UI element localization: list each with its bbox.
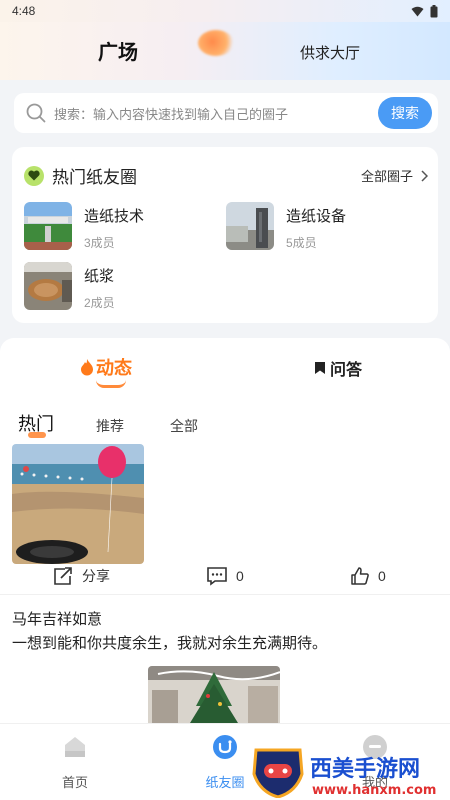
hot-circles-header: 热门纸友圈 (24, 163, 137, 188)
circle-name: 造纸技术 (84, 208, 145, 225)
top-header: 广场 供求大厅 (0, 22, 450, 80)
circle-item-papermaking-tech[interactable]: 造纸技术 3成员 (24, 202, 144, 251)
nav-paper-friends[interactable]: 纸友圈 (190, 734, 260, 791)
share-button[interactable]: 分享 (52, 566, 110, 586)
comment-icon (207, 567, 227, 586)
tab-qa-label: 问答 (330, 362, 363, 379)
bookmark-icon (315, 362, 325, 374)
all-circles-link[interactable]: 全部圈子 (361, 166, 428, 185)
circle-member-count: 2成员 (84, 296, 115, 310)
wifi-icon (411, 6, 424, 16)
hot-circles-card: 热门纸友圈 全部圈子 造纸技术 3成员 造纸设备 5成员 纸浆 2成员 (12, 147, 438, 323)
tab-supply-demand-hall[interactable]: 供求大厅 (300, 42, 360, 63)
circle-name: 纸浆 (84, 268, 115, 285)
nav-home-label: 首页 (61, 775, 88, 790)
all-circles-label: 全部圈子 (360, 169, 413, 184)
hot-circles-title: 热门纸友圈 (52, 168, 137, 187)
search-icon (26, 103, 46, 123)
sub-tab-recommended[interactable]: 推荐 (96, 416, 124, 436)
feed-sub-tabs: 热门 推荐 全部 (18, 410, 244, 438)
thumbs-up-icon (351, 567, 369, 585)
post-title: 马年吉祥如意 (12, 611, 103, 628)
share-label: 分享 (82, 568, 110, 584)
search-button[interactable]: 搜索 (378, 97, 432, 129)
like-button[interactable]: 0 (350, 566, 386, 586)
home-icon (65, 737, 85, 757)
comment-button[interactable]: 0 (206, 566, 244, 586)
post-actions: 分享 0 0 (0, 564, 450, 592)
circle-name: 造纸设备 (286, 208, 347, 225)
feed-panel: 动态 问答 热门 推荐 全部 分享 0 0 马年吉祥如意 一想到能和你共度余生，… (0, 338, 450, 723)
sub-tab-hot[interactable]: 热门 (18, 410, 54, 438)
status-bar: 4:48 (0, 0, 450, 22)
circle-thumbnail (24, 262, 72, 310)
status-time: 4:48 (12, 4, 36, 18)
share-icon (54, 567, 72, 585)
chevron-right-icon (421, 169, 428, 182)
like-count: 0 (378, 568, 386, 584)
tab-dynamics-label: 动态 (96, 358, 132, 378)
post-body: 一想到能和你共度余生，我就对余生充满期待。 (12, 635, 328, 652)
circle-item-pulp[interactable]: 纸浆 2成员 (24, 262, 115, 311)
site-watermark: 西美手游网 www.hanxm.com (252, 744, 448, 799)
post-image[interactable] (12, 444, 144, 564)
post-image[interactable] (148, 666, 280, 723)
circle-thumbnail (226, 202, 274, 250)
search-bar[interactable]: 搜索：输入内容快速找到输入自己的圈子 搜索 (14, 93, 438, 133)
tab-square[interactable]: 广场 (98, 36, 138, 65)
tab-qa[interactable]: 问答 (314, 356, 362, 380)
paper-friends-icon (213, 735, 237, 759)
circle-member-count: 3成员 (84, 236, 115, 250)
comment-count: 0 (236, 568, 244, 584)
tab-dynamics[interactable]: 动态 (80, 354, 132, 380)
flame-icon (81, 359, 93, 376)
status-icons (411, 4, 438, 18)
svg-text:www.hanxm.com: www.hanxm.com (312, 783, 436, 798)
circle-thumbnail (24, 202, 72, 250)
sub-tab-all[interactable]: 全部 (170, 416, 198, 436)
heart-icon (24, 165, 44, 186)
circle-item-papermaking-equipment[interactable]: 造纸设备 5成员 (226, 202, 346, 251)
circle-member-count: 5成员 (286, 236, 317, 250)
nav-paper-friends-label: 纸友圈 (205, 775, 245, 790)
nav-home[interactable]: 首页 (40, 734, 110, 791)
battery-icon (430, 4, 438, 17)
active-tab-underline (96, 380, 126, 388)
post-divider (0, 594, 450, 595)
svg-text:西美手游网: 西美手游网 (310, 756, 420, 782)
active-tab-indicator (198, 30, 234, 56)
